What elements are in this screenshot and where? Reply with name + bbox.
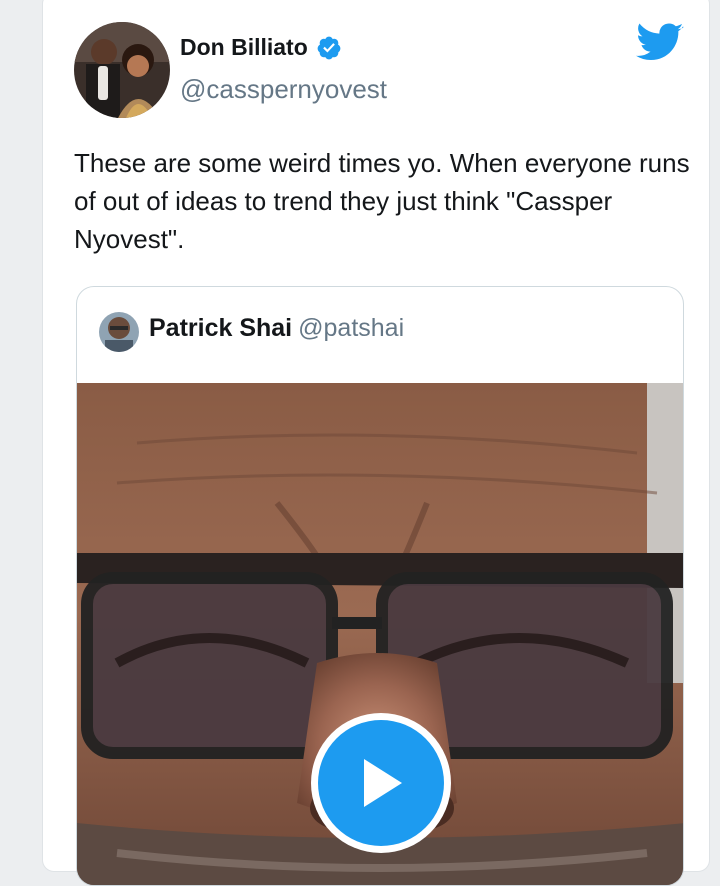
quoted-author-name[interactable]: Patrick Shai (149, 314, 292, 342)
quoted-author-handle[interactable]: @patshai (298, 314, 404, 342)
verified-badge-icon (317, 36, 341, 59)
author-avatar[interactable] (74, 22, 170, 118)
tweet-text: These are some weird times yo. When ever… (74, 148, 690, 254)
quoted-video-thumbnail[interactable] (77, 383, 683, 885)
quoted-author-avatar-photo (99, 312, 139, 352)
quoted-author-avatar[interactable] (99, 312, 139, 352)
play-button[interactable] (311, 713, 451, 853)
play-icon (364, 759, 402, 807)
author-name-row: Don Billiato (180, 34, 342, 61)
quoted-tweet-card[interactable]: Patrick Shai @patshai (76, 286, 684, 886)
author-display-name[interactable]: Don Billiato (180, 34, 308, 61)
play-button-circle (318, 720, 444, 846)
author-handle[interactable]: @casspernyovest (180, 74, 387, 105)
author-avatar-photo (74, 22, 170, 118)
quoted-tweet-header: Patrick Shai @patshai (149, 314, 404, 343)
twitter-bird-icon[interactable] (636, 22, 684, 64)
